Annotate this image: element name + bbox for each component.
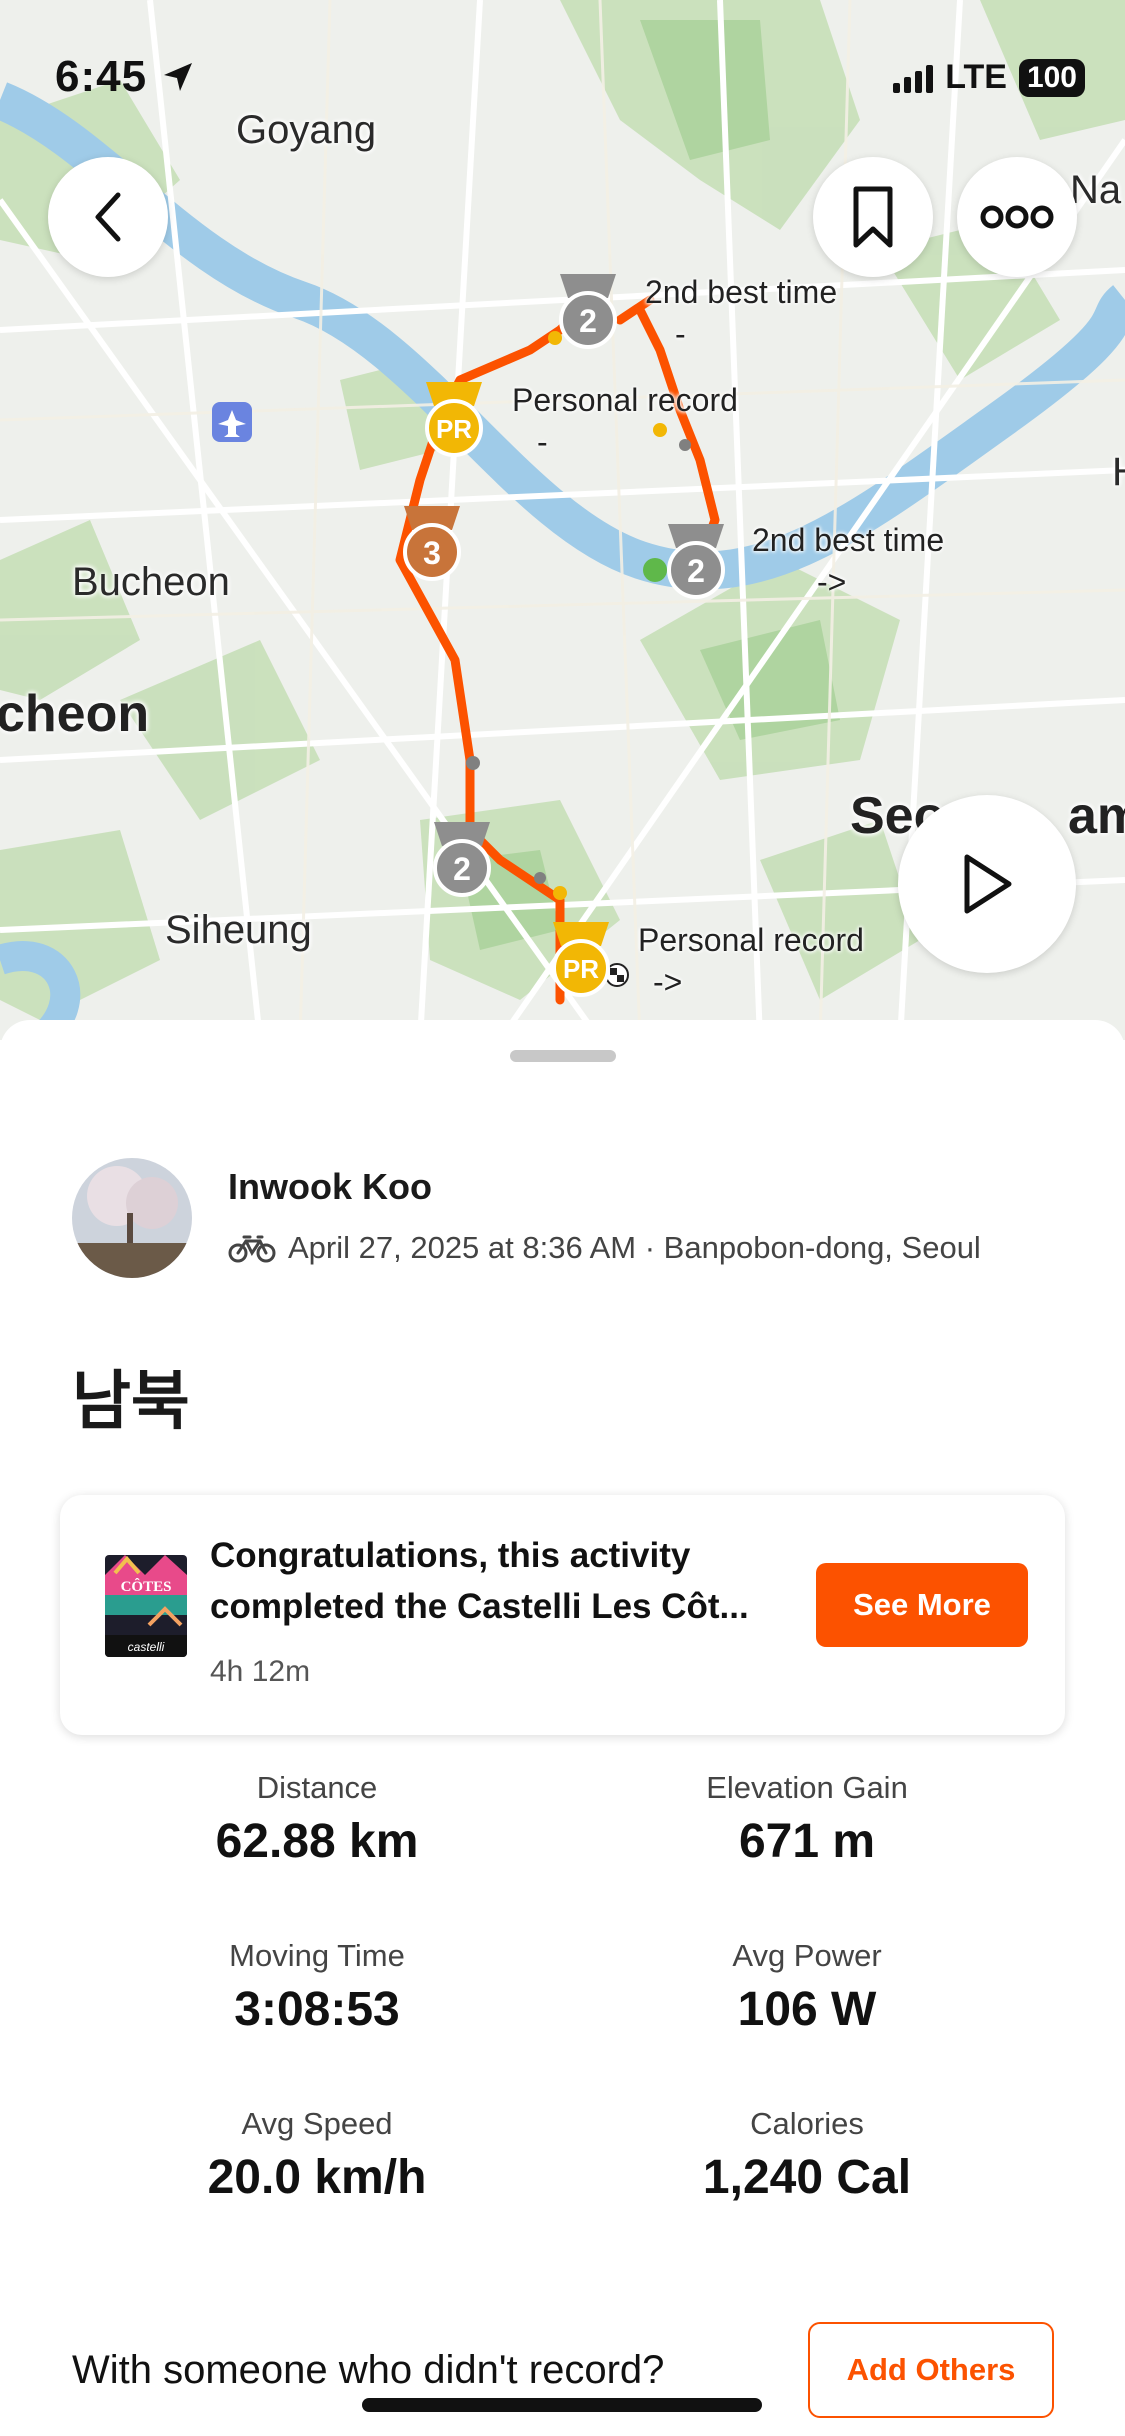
annotation-title: 2nd best time bbox=[645, 274, 838, 310]
activity-sheet: Inwook Koo April 27, 2025 at 8:36 AM · B… bbox=[0, 1020, 1125, 2436]
more-options-button[interactable] bbox=[957, 157, 1077, 277]
medal-text: 2 bbox=[687, 553, 705, 589]
play-flyover-button[interactable] bbox=[898, 795, 1076, 973]
home-indicator[interactable] bbox=[362, 2398, 762, 2412]
stat-label: Moving Time bbox=[229, 1938, 405, 1973]
airport-icon bbox=[212, 402, 252, 442]
annotation-detail: - bbox=[537, 423, 548, 460]
stat-avg-speed: Avg Speed 20.0 km/h bbox=[67, 2106, 567, 2205]
segment-medal-icon[interactable]: PR bbox=[416, 378, 492, 458]
medal-text: 2 bbox=[579, 303, 597, 339]
challenge-message: Congratulations, this activity completed… bbox=[210, 1536, 749, 1626]
stat-elevation-gain: Elevation Gain 671 m bbox=[557, 1770, 1057, 1869]
annotation-detail: -> bbox=[653, 963, 683, 1000]
activity-title: 남북 bbox=[72, 1365, 190, 1439]
medal-text: PR bbox=[563, 954, 599, 984]
map-place-label: Bucheon bbox=[72, 560, 230, 604]
sheet-handle[interactable] bbox=[510, 1050, 616, 1062]
annotation-title: Personal record bbox=[638, 922, 864, 958]
segment-annotation: 2nd best time -> bbox=[752, 520, 944, 603]
map-place-label: Siheung bbox=[165, 908, 312, 952]
see-more-button[interactable]: See More bbox=[816, 1563, 1028, 1647]
stat-label: Avg Speed bbox=[241, 2106, 393, 2141]
stat-moving-time: Moving Time 3:08:53 bbox=[67, 1938, 567, 2037]
stat-value: 62.88 km bbox=[215, 1815, 419, 1868]
segment-annotation: Personal record - bbox=[512, 380, 738, 463]
stat-value: 20.0 km/h bbox=[207, 2151, 427, 2204]
activity-meta-text: April 27, 2025 at 8:36 AM · Banpobon-don… bbox=[288, 1230, 981, 1265]
segment-medal-icon[interactable]: 2 bbox=[550, 270, 626, 350]
challenge-badge: CÔTES castelli bbox=[105, 1555, 187, 1657]
together-prompt: With someone who didn't record? bbox=[72, 2348, 665, 2392]
map-place-label: Goyang bbox=[236, 108, 377, 152]
map-place-label: cheon bbox=[0, 685, 150, 743]
back-chevron-icon bbox=[95, 192, 121, 242]
signal-icon bbox=[893, 63, 934, 93]
medal-text: PR bbox=[436, 414, 472, 444]
stat-label: Distance bbox=[256, 1770, 378, 1805]
avatar[interactable] bbox=[72, 1158, 192, 1278]
annotation-title: 2nd best time bbox=[752, 522, 945, 558]
avatar-image bbox=[72, 1158, 192, 1278]
network-type: LTE bbox=[945, 58, 1007, 96]
segment-annotation: Personal record -> bbox=[638, 920, 864, 1003]
map-place-label: Na bbox=[1070, 168, 1122, 212]
medal-text: 2 bbox=[453, 851, 471, 887]
challenge-badge-image: CÔTES castelli bbox=[105, 1555, 187, 1657]
map-place-label: am bbox=[1068, 787, 1125, 845]
bookmark-icon bbox=[853, 186, 893, 248]
stat-label: Elevation Gain bbox=[706, 1770, 908, 1805]
challenge-card[interactable]: CÔTES castelli Congratulations, this act… bbox=[60, 1495, 1065, 1735]
location-arrow-icon bbox=[164, 63, 193, 91]
challenge-duration: 4h 12m bbox=[210, 1655, 311, 1688]
add-others-button[interactable]: Add Others bbox=[808, 2322, 1054, 2418]
stat-value: 1,240 Cal bbox=[702, 2151, 912, 2204]
segment-annotation: 2nd best time - bbox=[645, 272, 837, 355]
back-button[interactable] bbox=[48, 157, 168, 277]
play-icon bbox=[964, 854, 1012, 914]
stat-value: 3:08:53 bbox=[234, 1983, 400, 2036]
segment-medal-icon[interactable]: 3 bbox=[394, 502, 470, 582]
bookmark-button[interactable] bbox=[813, 157, 933, 277]
badge-brand: castelli bbox=[128, 1640, 165, 1654]
athlete-name[interactable]: Inwook Koo bbox=[228, 1166, 432, 1208]
status-time: 6:45 bbox=[55, 52, 196, 102]
segment-medal-icon[interactable]: 2 bbox=[424, 818, 500, 898]
annotation-detail: - bbox=[675, 315, 686, 352]
badge-title: CÔTES bbox=[121, 1578, 172, 1595]
stat-avg-power: Avg Power 106 W bbox=[557, 1938, 1057, 2037]
stat-label: Avg Power bbox=[732, 1938, 882, 1973]
more-icon bbox=[980, 205, 1054, 229]
activity-meta: April 27, 2025 at 8:36 AM · Banpobon-don… bbox=[228, 1230, 981, 1266]
bike-icon bbox=[228, 1235, 276, 1263]
stat-label: Calories bbox=[750, 2106, 864, 2141]
status-time-text: 6:45 bbox=[55, 52, 148, 101]
stat-distance: Distance 62.88 km bbox=[67, 1770, 567, 1869]
status-indicators: LTE 100 bbox=[893, 58, 1085, 97]
battery-level: 100 bbox=[1018, 58, 1085, 97]
annotation-detail: -> bbox=[817, 563, 847, 600]
segment-medal-icon[interactable]: 2 bbox=[658, 520, 734, 600]
stat-value: 671 m bbox=[738, 1815, 876, 1868]
stat-value: 106 W bbox=[737, 1983, 877, 2036]
medal-text: 3 bbox=[423, 535, 441, 571]
route-map[interactable]: 2 PR 3 2 2 PR Goyang Bucheon cheon Siheu… bbox=[0, 0, 1125, 1040]
segment-medal-icon[interactable]: PR bbox=[543, 918, 619, 998]
stat-calories: Calories 1,240 Cal bbox=[557, 2106, 1057, 2205]
map-place-label: H bbox=[1112, 450, 1125, 495]
annotation-title: Personal record bbox=[512, 382, 738, 418]
